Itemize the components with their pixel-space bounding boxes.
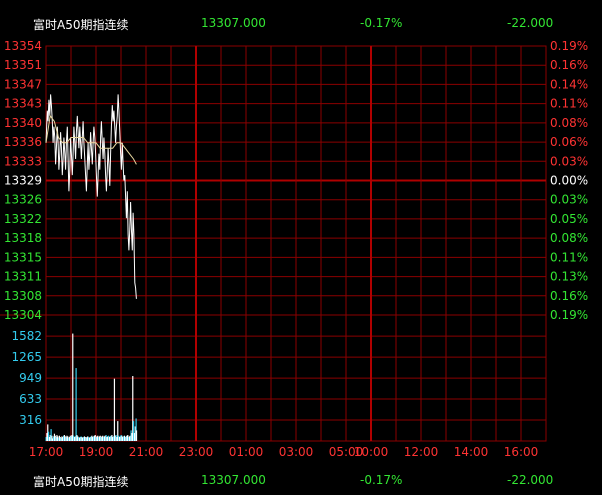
time-axis-label: 19:00: [79, 445, 114, 459]
percent-axis-label: 0.00%: [550, 174, 588, 188]
price-axis-label: 13318: [4, 231, 42, 245]
percent-axis-label: 0.06%: [550, 135, 588, 149]
price-axis-label: 13308: [4, 289, 42, 303]
instrument-title-footer[interactable]: 富时A50期指连续: [33, 473, 128, 490]
volume-bar: [75, 368, 77, 441]
volume-bar: [113, 378, 116, 441]
volume-bar: [72, 333, 74, 441]
price-axis-label: 13336: [4, 135, 42, 149]
price-axis-label: 13354: [4, 39, 42, 53]
percent-change-footer: -0.17%: [360, 473, 403, 487]
price-axis-label: 13343: [4, 97, 42, 111]
volume-axis-label: 1265: [11, 350, 42, 364]
percent-axis-label: 0.08%: [550, 116, 588, 130]
quote-footer-bar: 富时A50期指连续 13307.000 -0.17% -22.000: [0, 468, 602, 492]
volume-axis-label: 1582: [11, 329, 42, 343]
price-axis-label: 13351: [4, 58, 42, 72]
price-axis-label: 13347: [4, 77, 42, 91]
time-axis-label: 17:00: [29, 445, 64, 459]
percent-axis-label: 0.03%: [550, 154, 588, 168]
price-axis-label: 13329: [4, 174, 42, 188]
price-axis-label: 13304: [4, 308, 42, 322]
percent-axis-label: 0.03%: [550, 193, 588, 207]
percent-axis-label: 0.11%: [550, 97, 588, 111]
volume-bar: [135, 430, 138, 441]
time-axis-label: 21:00: [129, 445, 164, 459]
price-axis-label: 13340: [4, 116, 42, 130]
price-line: [45, 94, 137, 299]
price-axis-label: 13311: [4, 270, 42, 284]
time-axis-label: 03:00: [279, 445, 314, 459]
time-axis-label: 12:00: [404, 445, 439, 459]
time-axis-label: 01:00: [229, 445, 264, 459]
price-axis-label: 13333: [4, 154, 42, 168]
percent-axis-label: 0.16%: [550, 58, 588, 72]
intraday-chart[interactable]: 13354 13351 13347 13343 13340 13336 13333 13329…: [0, 0, 602, 468]
price-change-footer: -22.000: [507, 473, 554, 487]
volume-axis-label: 633: [19, 392, 42, 406]
percent-axis-label: 0.14%: [550, 77, 588, 91]
percent-axis-label: 0.16%: [550, 289, 588, 303]
volume-axis-label: 949: [19, 371, 42, 385]
percent-axis-label: 0.19%: [550, 308, 588, 322]
percent-axis-label: 0.05%: [550, 212, 588, 226]
time-axis-label: 16:00: [504, 445, 539, 459]
time-axis-label: 23:00: [179, 445, 214, 459]
percent-axis-label: 0.19%: [550, 39, 588, 53]
volume-axis-label: 316: [19, 413, 42, 427]
time-axis-label: 10:00: [354, 445, 389, 459]
last-price-footer: 13307.000: [201, 473, 266, 487]
price-axis-label: 13322: [4, 212, 42, 226]
price-axis-label: 13326: [4, 193, 42, 207]
percent-axis-label: 0.13%: [550, 270, 588, 284]
percent-axis-label: 0.11%: [550, 250, 588, 264]
price-axis-label: 13315: [4, 250, 42, 264]
percent-axis-label: 0.08%: [550, 231, 588, 245]
time-axis-label: 14:00: [454, 445, 489, 459]
